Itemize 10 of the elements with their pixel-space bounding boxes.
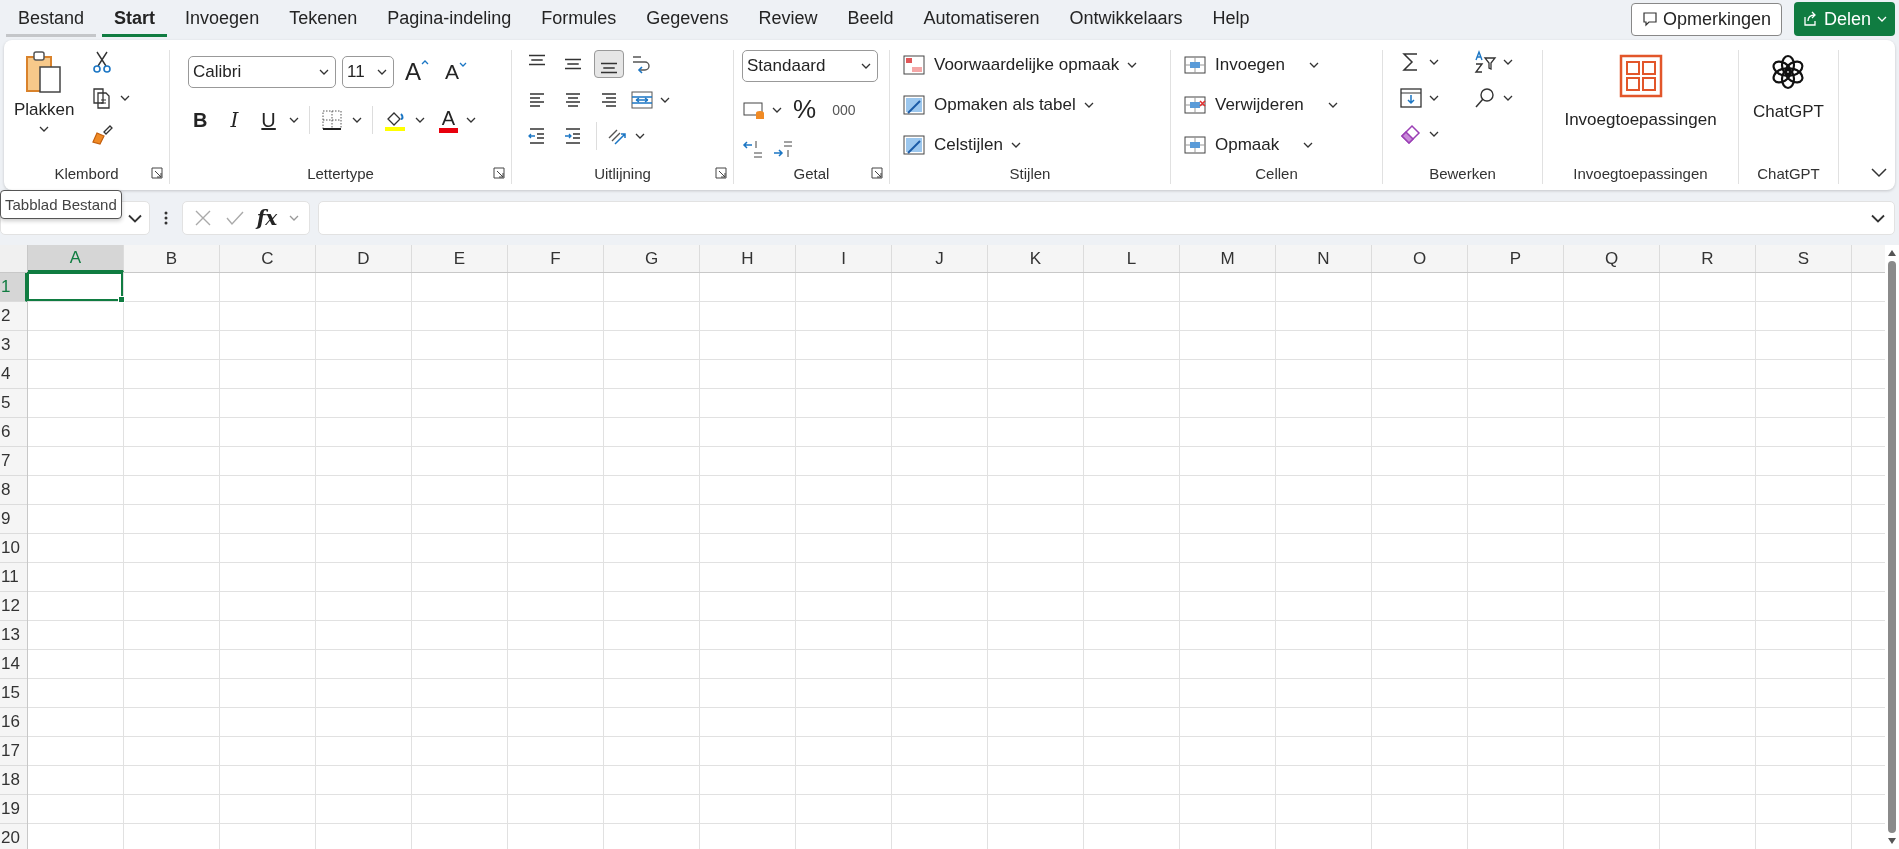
group-label: Lettertype [307,164,374,182]
group-label: Invoegtoepassingen [1573,164,1708,182]
group-label: ChatGPT [1757,164,1820,182]
tooltip: Tabblad Bestand [0,190,122,219]
group-label: Bewerken [1429,164,1496,182]
group-label: Getal [793,164,830,182]
group-label: Stijlen [1009,164,1051,182]
group-label: Klembord [54,164,119,182]
group-label: Cellen [1255,164,1298,182]
group-label: Uitlijning [594,164,651,182]
